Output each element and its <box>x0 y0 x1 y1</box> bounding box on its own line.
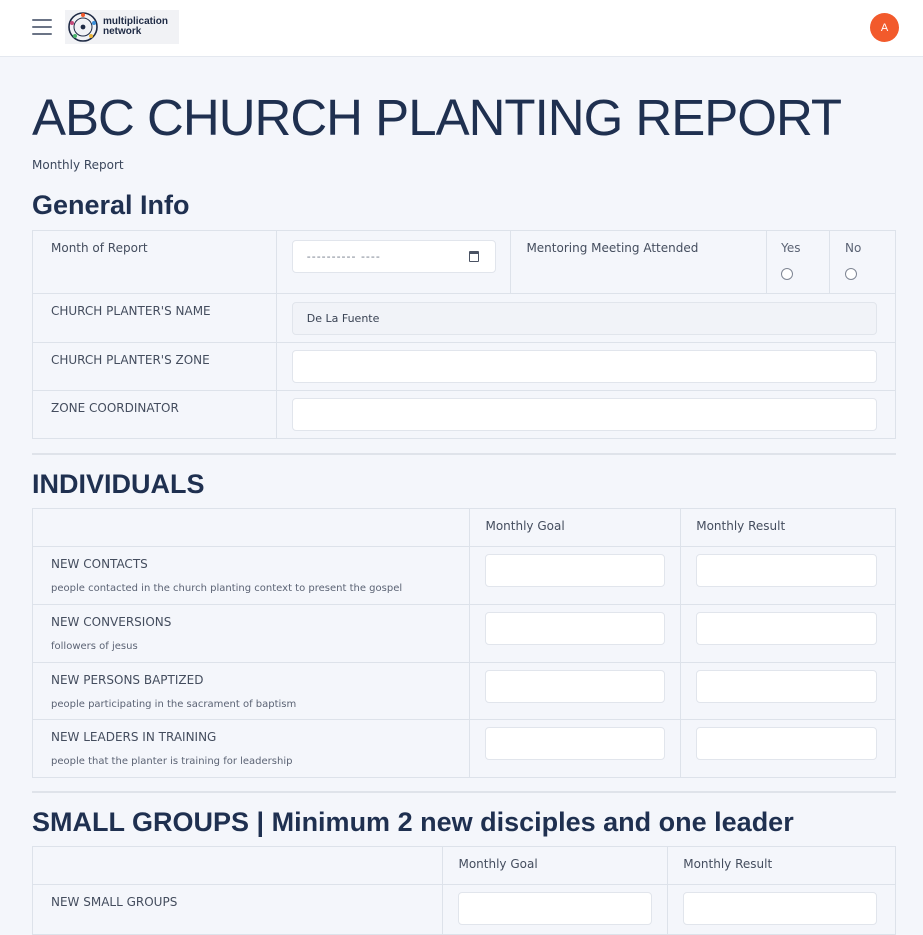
row-description: people participating in the sacrament of… <box>51 699 297 710</box>
small-groups-heading: SMALL GROUPS | Minimum 2 new disciples a… <box>32 807 794 837</box>
row-description: people that the planter is training for … <box>51 756 293 767</box>
calendar-icon[interactable] <box>469 251 480 262</box>
individuals-table: Monthly Goal Monthly Result NEW CONTACTS… <box>31 508 896 778</box>
row-label: NEW CONTACTS people contacted in the chu… <box>31 546 471 605</box>
section-divider <box>32 453 896 455</box>
monthly-goal-header: Monthly Goal <box>469 508 682 547</box>
section-divider <box>32 791 896 793</box>
row-label: NEW CONVERSIONS followers of jesus <box>31 604 471 663</box>
monthly-result-header: Monthly Result <box>667 846 896 885</box>
no-radio[interactable] <box>845 268 858 280</box>
new-baptized-result-input[interactable] <box>696 670 877 703</box>
month-placeholder: ---------- ---- <box>306 250 381 263</box>
planter-name-label: CHURCH PLANTER'S NAME <box>32 293 277 343</box>
mentoring-meeting-label: Mentoring Meeting Attended <box>510 230 768 294</box>
row-description: followers of jesus <box>51 641 138 652</box>
yes-radio[interactable] <box>781 268 794 280</box>
month-of-report-label: Month of Report <box>32 230 277 294</box>
individuals-heading: INDIVIDUALS <box>32 469 205 499</box>
new-leaders-goal-input[interactable] <box>485 727 666 760</box>
new-leaders-result-input[interactable] <box>696 727 877 760</box>
user-avatar[interactable]: A <box>870 13 899 42</box>
new-contacts-result-input[interactable] <box>696 554 877 587</box>
small-groups-table: Monthly Goal Monthly Result NEW SMALL GR… <box>31 846 896 935</box>
new-small-groups-result-input[interactable] <box>683 892 877 925</box>
planter-zone-input[interactable] <box>291 350 877 383</box>
zone-coordinator-input[interactable] <box>291 398 877 431</box>
planter-zone-label: CHURCH PLANTER'S ZONE <box>32 342 277 391</box>
multiplication-network-logo[interactable]: multiplication network <box>65 10 179 44</box>
row-description: people contacted in the church planting … <box>51 583 403 594</box>
empty-header-cell <box>31 508 471 547</box>
no-option: No <box>829 230 896 294</box>
page-subtitle: Monthly Report <box>32 158 124 172</box>
planter-name-input[interactable]: De La Fuente <box>291 302 877 335</box>
table-row: NEW PERSONS BAPTIZED people participatin… <box>31 662 896 720</box>
empty-header-cell <box>31 846 444 885</box>
row-label: NEW LEADERS IN TRAINING people that the … <box>31 719 471 778</box>
new-contacts-goal-input[interactable] <box>485 554 666 587</box>
yes-option: Yes <box>766 230 831 294</box>
yes-label: Yes <box>781 241 801 255</box>
no-label: No <box>845 241 862 255</box>
globe-logo-icon <box>68 12 98 42</box>
top-bar: multiplication network A <box>0 0 923 57</box>
monthly-goal-header: Monthly Goal <box>442 846 669 885</box>
row-label: NEW SMALL GROUPS <box>31 884 444 935</box>
table-row: NEW CONTACTS people contacted in the chu… <box>31 546 896 605</box>
new-baptized-goal-input[interactable] <box>485 670 666 703</box>
row-label: NEW PERSONS BAPTIZED people participatin… <box>31 662 471 720</box>
table-row: NEW SMALL GROUPS <box>31 884 896 935</box>
table-row: NEW LEADERS IN TRAINING people that the … <box>31 719 896 778</box>
logo-text: multiplication network <box>103 16 168 37</box>
monthly-result-header: Monthly Result <box>680 508 896 547</box>
new-small-groups-goal-input[interactable] <box>458 892 653 925</box>
page-title: ABC CHURCH PLANTING REPORT <box>32 89 842 146</box>
new-conversions-result-input[interactable] <box>696 612 877 645</box>
new-conversions-goal-input[interactable] <box>485 612 666 645</box>
month-of-report-input[interactable]: ---------- ---- <box>291 240 497 273</box>
general-info-heading: General Info <box>32 190 190 220</box>
table-row: NEW CONVERSIONS followers of jesus <box>31 604 896 663</box>
hamburger-menu-icon[interactable] <box>32 19 52 37</box>
general-info-table: Month of Report ---------- ---- Mentorin… <box>32 230 897 439</box>
zone-coordinator-label: ZONE COORDINATOR <box>32 390 277 439</box>
